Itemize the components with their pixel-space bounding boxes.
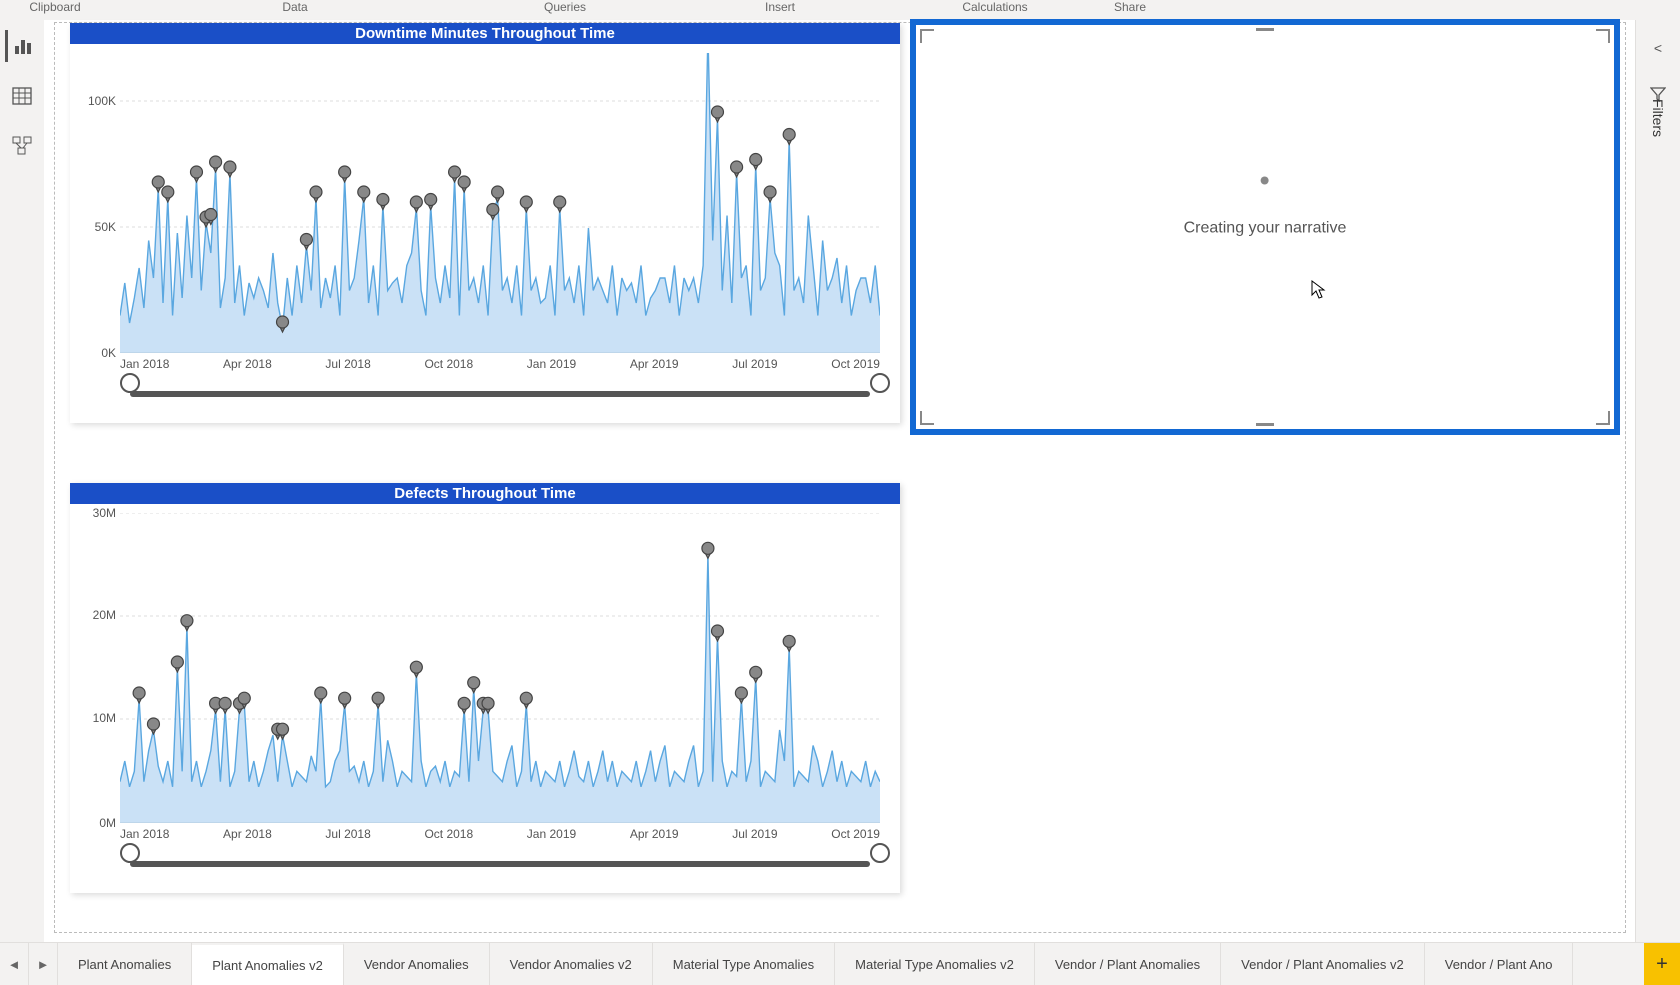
y-tick: 20M	[93, 608, 120, 622]
x-tick: Jan 2018	[120, 827, 169, 841]
chart-title: Downtime Minutes Throughout Time	[70, 23, 900, 44]
right-pane-collapsed: < Filters	[1635, 20, 1680, 943]
resize-handle-bl[interactable]	[920, 411, 934, 425]
chart-svg	[120, 53, 880, 353]
x-tick: Jan 2018	[120, 357, 169, 371]
slider-handle-end[interactable]	[870, 373, 890, 393]
x-tick: Jan 2019	[527, 357, 576, 371]
defects-chart-visual[interactable]: Defects Throughout Time 30M 20M 10M 0M J…	[70, 483, 900, 893]
resize-handle-br[interactable]	[1596, 411, 1610, 425]
slider-handle-start[interactable]	[120, 373, 140, 393]
smart-narrative-visual[interactable]: Creating your narrative	[910, 19, 1620, 435]
resize-handle-bottom[interactable]	[1256, 423, 1274, 426]
page-tab[interactable]: Vendor / Plant Anomalies v2	[1221, 943, 1425, 985]
page-tab[interactable]: Vendor Anomalies v2	[490, 943, 653, 985]
page-tab[interactable]: Material Type Anomalies	[653, 943, 835, 985]
slider-handle-start[interactable]	[120, 843, 140, 863]
y-tick: 10M	[93, 711, 120, 725]
model-icon	[12, 136, 32, 156]
page-tab[interactable]: Material Type Anomalies v2	[835, 943, 1035, 985]
resize-handle-tr[interactable]	[1596, 29, 1610, 43]
filters-pane-label[interactable]: Filters	[1650, 99, 1666, 137]
x-axis: Jan 2018 Apr 2018 Jul 2018 Oct 2018 Jan …	[120, 357, 880, 371]
x-tick: Apr 2018	[223, 827, 272, 841]
x-tick: Oct 2018	[424, 357, 473, 371]
y-tick: 30M	[93, 506, 120, 520]
chart-plot-area: 100K 50K 0K	[120, 53, 880, 353]
x-axis: Jan 2018 Apr 2018 Jul 2018 Oct 2018 Jan …	[120, 827, 880, 841]
resize-handle-tl[interactable]	[920, 29, 934, 43]
loading-dot-icon	[1261, 176, 1269, 184]
narrative-loading-text: Creating your narrative	[1184, 219, 1347, 236]
x-tick: Jul 2019	[732, 357, 777, 371]
x-tick: Jan 2019	[527, 827, 576, 841]
report-view-button[interactable]	[5, 30, 40, 62]
page-tab[interactable]: Vendor / Plant Anomalies	[1035, 943, 1221, 985]
x-tick: Oct 2019	[831, 827, 880, 841]
page-tab[interactable]: Vendor / Plant Ano	[1425, 943, 1574, 985]
bar-chart-icon	[14, 36, 34, 56]
add-page-button[interactable]: +	[1644, 943, 1680, 985]
view-nav-rail	[0, 20, 45, 943]
ribbon-group-data: Data	[110, 0, 480, 14]
resize-handle-top[interactable]	[1256, 28, 1274, 31]
cursor-icon	[1311, 280, 1327, 300]
downtime-chart-visual[interactable]: Downtime Minutes Throughout Time 100K 50…	[70, 23, 900, 423]
report-page: Downtime Minutes Throughout Time 100K 50…	[54, 22, 1626, 933]
ribbon-group-labels: Clipboard Data Queries Insert Calculatio…	[0, 0, 1680, 21]
page-tab[interactable]: Plant Anomalies v2	[192, 943, 344, 985]
tab-nav-next[interactable]: ►	[29, 943, 58, 985]
page-tab-strip: ◄ ► Plant AnomaliesPlant Anomalies v2Ven…	[0, 942, 1680, 985]
table-icon	[12, 86, 32, 106]
page-tab[interactable]: Plant Anomalies	[58, 943, 192, 985]
x-tick: Jul 2018	[325, 357, 370, 371]
y-tick: 0K	[101, 346, 120, 360]
slider-handle-end[interactable]	[870, 843, 890, 863]
y-tick: 100K	[88, 94, 120, 108]
y-tick: 50K	[95, 220, 120, 234]
report-canvas[interactable]: Downtime Minutes Throughout Time 100K 50…	[44, 20, 1636, 943]
ribbon-group-insert: Insert	[650, 0, 910, 14]
y-tick: 0M	[99, 816, 120, 830]
x-tick: Apr 2019	[630, 827, 679, 841]
ribbon-group-clipboard: Clipboard	[0, 0, 110, 14]
chart-title: Defects Throughout Time	[70, 483, 900, 504]
ribbon-group-queries: Queries	[480, 0, 650, 14]
x-tick: Apr 2018	[223, 357, 272, 371]
x-tick: Apr 2019	[630, 357, 679, 371]
page-tab[interactable]: Vendor Anomalies	[344, 943, 490, 985]
ribbon-group-calculations: Calculations	[910, 0, 1080, 14]
x-tick: Jul 2018	[325, 827, 370, 841]
chart-plot-area: 30M 20M 10M 0M	[120, 513, 880, 823]
tab-nav-prev[interactable]: ◄	[0, 943, 29, 985]
x-tick: Jul 2019	[732, 827, 777, 841]
ribbon-group-share: Share	[1080, 0, 1180, 14]
x-tick: Oct 2019	[831, 357, 880, 371]
model-view-button[interactable]	[6, 130, 38, 162]
narrative-loading: Creating your narrative	[1184, 176, 1347, 237]
time-range-slider[interactable]	[130, 861, 870, 867]
chart-svg	[120, 513, 880, 823]
data-view-button[interactable]	[6, 80, 38, 112]
expand-pane-button[interactable]: <	[1654, 40, 1662, 56]
time-range-slider[interactable]	[130, 391, 870, 397]
x-tick: Oct 2018	[424, 827, 473, 841]
